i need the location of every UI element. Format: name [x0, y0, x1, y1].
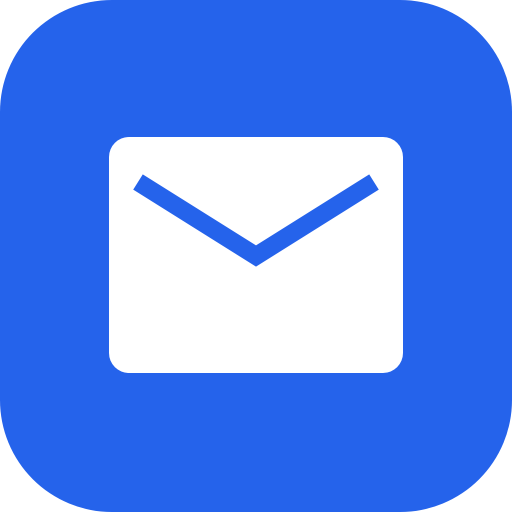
mail-app-icon[interactable]	[0, 0, 512, 512]
mail-icon	[109, 137, 403, 373]
